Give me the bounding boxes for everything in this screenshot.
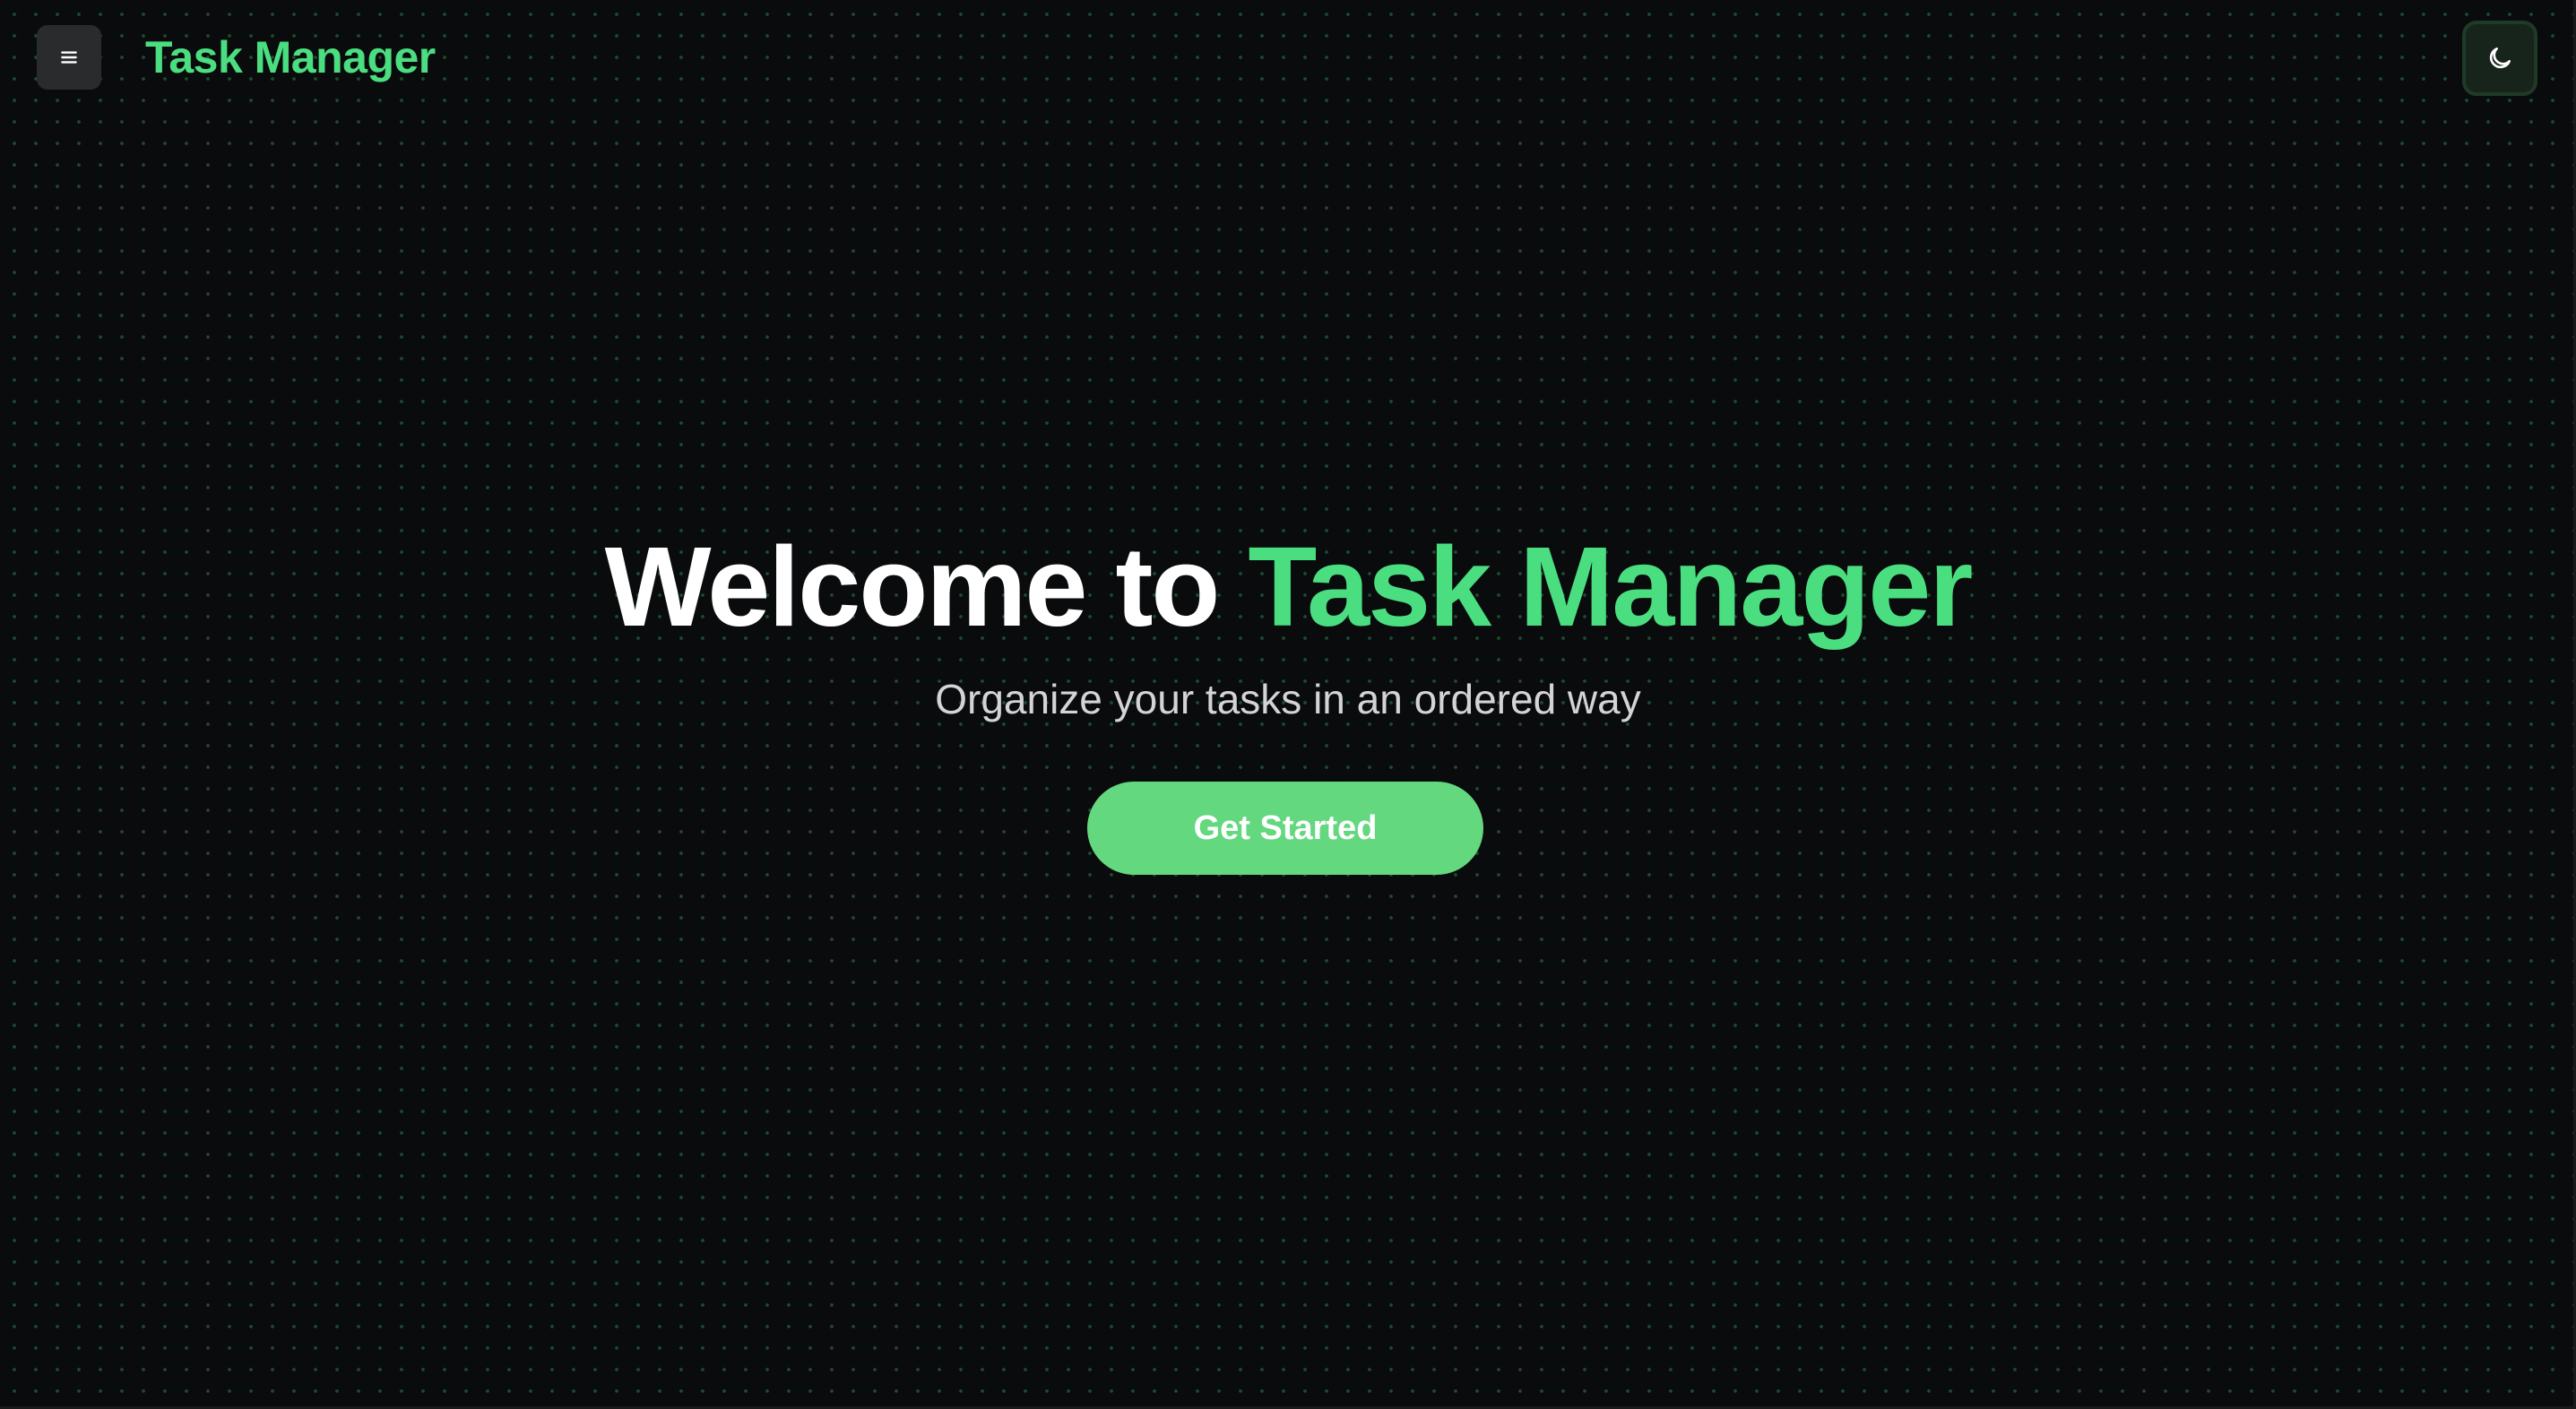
hero-section: Welcome to Task Manager Organize your ta…	[0, 520, 2576, 726]
hamburger-menu-icon	[57, 46, 81, 69]
menu-button[interactable]	[37, 25, 101, 90]
theme-toggle-button[interactable]	[2462, 21, 2537, 96]
moon-icon	[2485, 44, 2514, 73]
hero-title-prefix: Welcome to	[604, 523, 1249, 650]
hero-title: Welcome to Task Manager	[0, 520, 2576, 654]
get-started-button[interactable]: Get Started	[1087, 782, 1483, 875]
hero-subtitle: Organize your tasks in an ordered way	[935, 676, 1641, 722]
hero-title-highlight: Task Manager	[1248, 523, 1973, 650]
brand-title[interactable]: Task Manager	[145, 30, 436, 84]
